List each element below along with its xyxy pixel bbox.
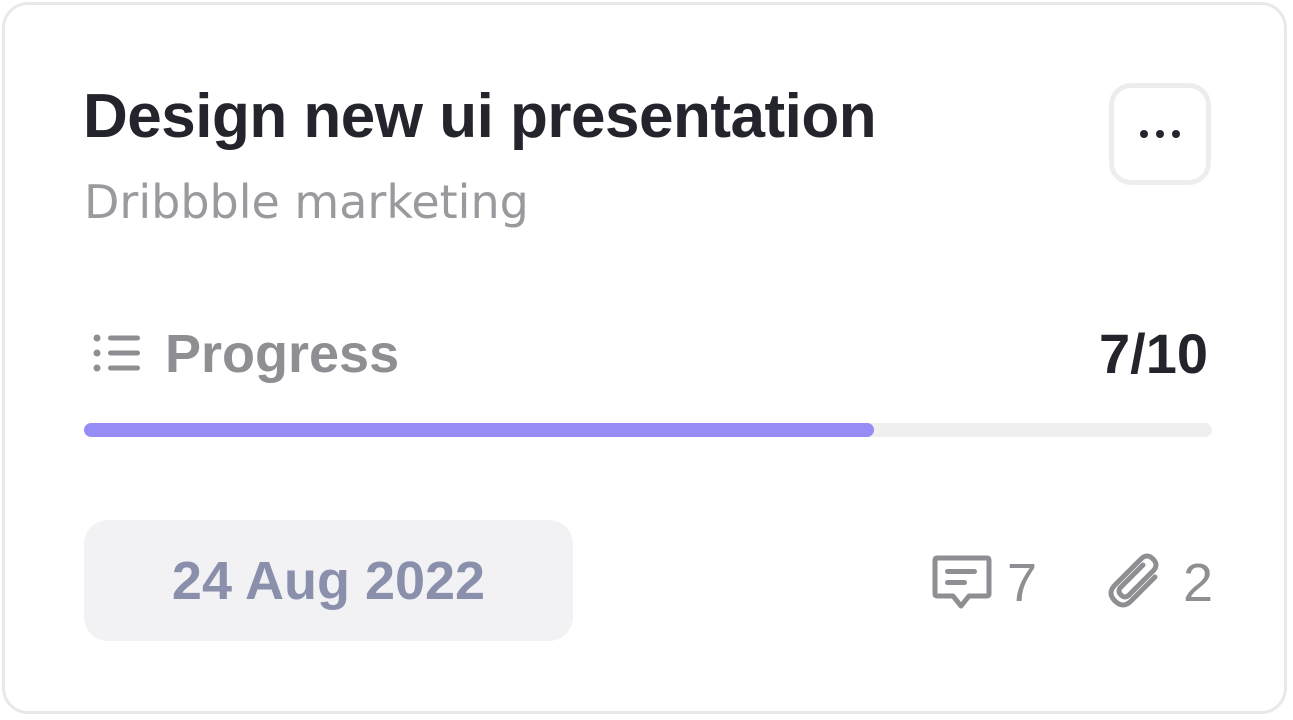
attachments-count-value: 2 — [1183, 553, 1214, 613]
progress-label: Progress — [165, 324, 400, 384]
task-card[interactable]: Design new ui presentation Dribbble mark… — [2, 2, 1287, 714]
attachments-count[interactable]: 2 — [1103, 545, 1213, 621]
more-options-button[interactable] — [1109, 83, 1211, 185]
progress-count: 7/10 — [1099, 322, 1208, 385]
progress-bar — [84, 423, 1212, 437]
comments-count[interactable]: 7 — [931, 545, 1037, 621]
list-icon — [93, 334, 140, 372]
progress-bar-fill — [84, 423, 874, 437]
task-project: Dribbble marketing — [84, 175, 529, 229]
task-title: Design new ui presentation — [83, 82, 877, 151]
more-horizontal-icon — [1140, 130, 1180, 138]
paperclip-icon — [1108, 553, 1159, 608]
comment-icon — [932, 555, 992, 609]
comments-count-value: 7 — [1007, 553, 1038, 613]
due-date-badge[interactable]: 24 Aug 2022 — [84, 520, 573, 641]
